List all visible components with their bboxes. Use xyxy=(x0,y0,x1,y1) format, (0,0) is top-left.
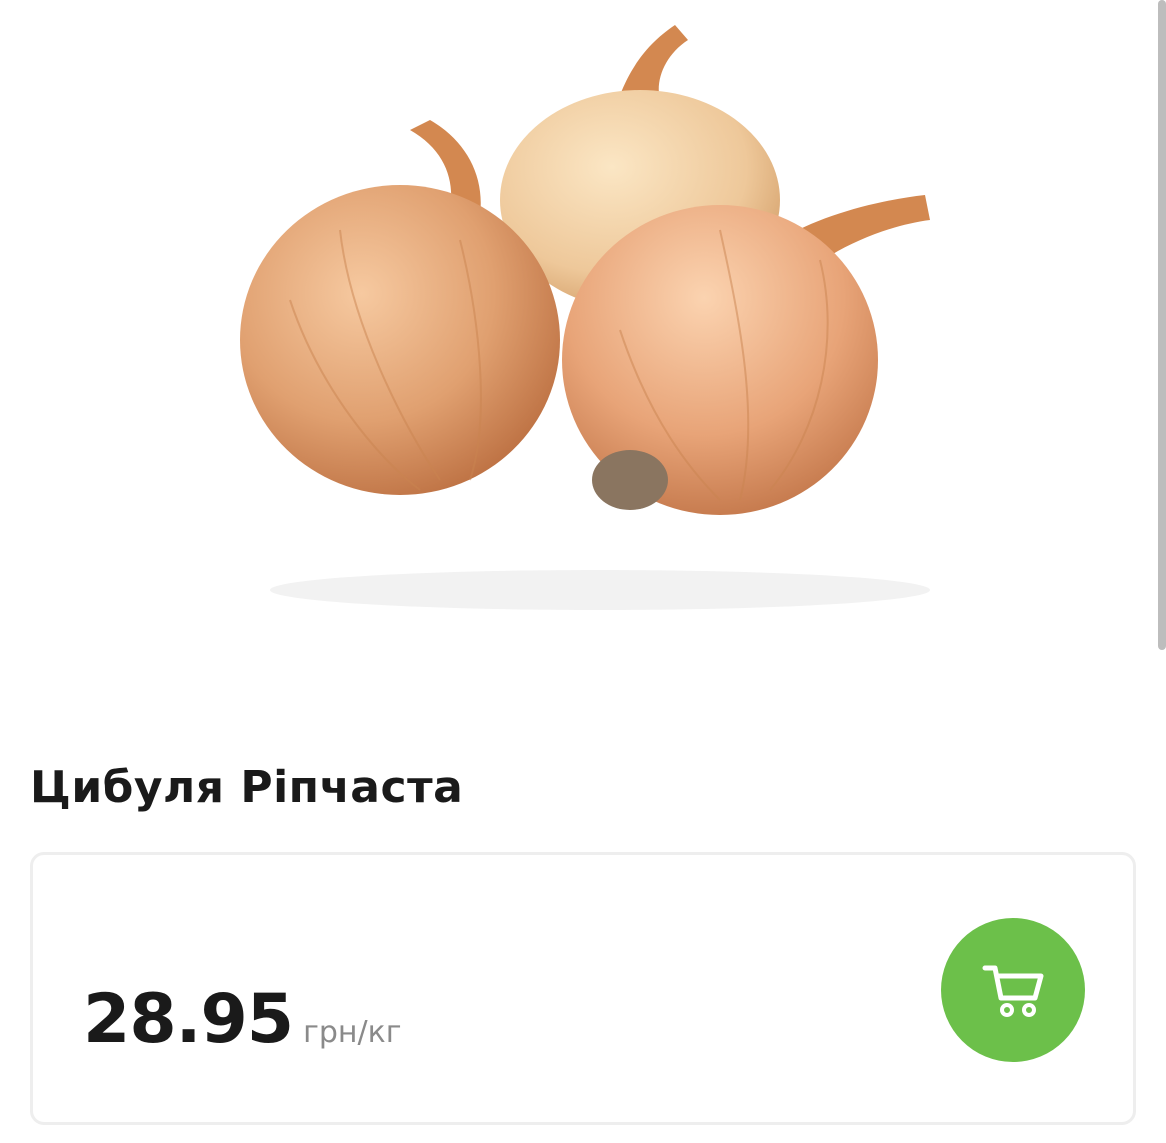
price-value: 28.95 xyxy=(83,980,294,1059)
price-unit: грн/кг xyxy=(303,1015,402,1050)
price-card: 28.95 грн/кг xyxy=(30,852,1136,1125)
product-image xyxy=(200,0,960,680)
cart-icon xyxy=(981,958,1045,1022)
product-title: Цибуля Ріпчаста xyxy=(30,762,464,813)
add-to-cart-button[interactable] xyxy=(941,918,1085,1062)
scrollbar[interactable] xyxy=(1158,0,1166,650)
price-row: 28.95 грн/кг xyxy=(83,980,402,1059)
